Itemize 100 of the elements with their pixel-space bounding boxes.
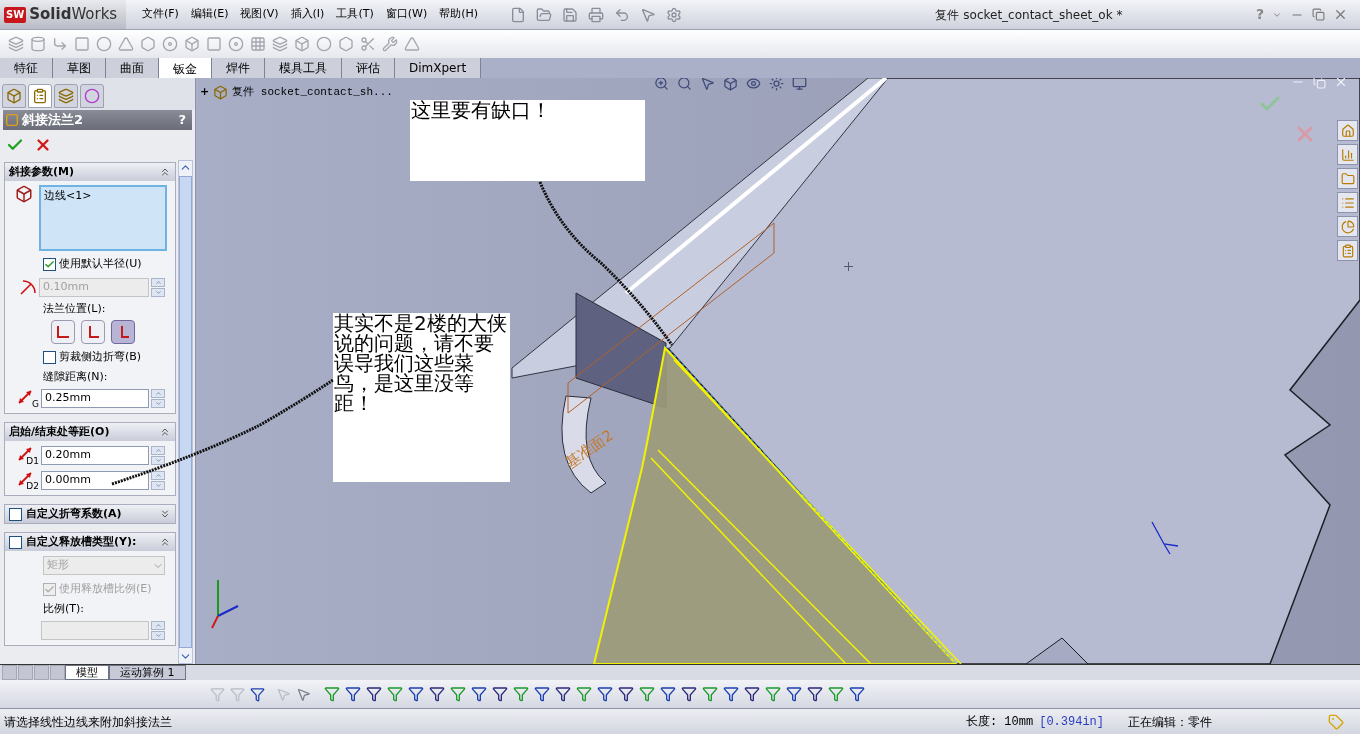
filter-icon[interactable]	[681, 686, 697, 702]
disc-icon[interactable]	[162, 36, 178, 52]
triangle-icon[interactable]	[404, 36, 420, 52]
filter-icon[interactable]	[471, 686, 487, 702]
filter-icon[interactable]	[597, 686, 613, 702]
checkbox[interactable]	[9, 535, 22, 549]
checkbox[interactable]	[43, 257, 56, 271]
sun-icon[interactable]	[769, 78, 784, 91]
cube-icon[interactable]	[294, 36, 310, 52]
command-tab[interactable]: 钣金	[159, 58, 212, 80]
filter-icon[interactable]	[366, 686, 382, 702]
menu-item[interactable]: 工具(T)	[332, 6, 378, 23]
model-tab[interactable]: 运动算例 1	[109, 665, 186, 680]
layers-icon[interactable]	[272, 36, 288, 52]
cube-icon[interactable]	[184, 36, 200, 52]
spin-buttons[interactable]	[151, 389, 165, 408]
flange-position-button[interactable]	[111, 320, 135, 344]
spin-buttons[interactable]	[151, 278, 165, 297]
disc-icon[interactable]	[228, 36, 244, 52]
number-field[interactable]: 0.00mm	[41, 471, 149, 490]
command-tab[interactable]: 曲面	[106, 58, 159, 78]
filter-icon[interactable]	[744, 686, 760, 702]
scrollbar[interactable]	[178, 160, 193, 664]
close-icon[interactable]	[1334, 78, 1348, 89]
save-icon[interactable]	[562, 6, 579, 23]
task-pane-tab[interactable]	[1337, 240, 1358, 261]
filter-icon[interactable]	[660, 686, 676, 702]
collapse-icon[interactable]	[159, 426, 171, 438]
task-pane-tab[interactable]	[1337, 120, 1358, 141]
collapse-icon[interactable]	[159, 166, 171, 178]
hexagon-icon[interactable]	[338, 36, 354, 52]
cylinder-icon[interactable]	[30, 36, 46, 52]
panel-tab[interactable]	[54, 84, 78, 108]
spin-buttons[interactable]	[151, 446, 165, 465]
hexagon-icon[interactable]	[140, 36, 156, 52]
checkbox[interactable]	[9, 507, 22, 521]
square-icon[interactable]	[74, 36, 90, 52]
command-tab[interactable]: DimXpert	[395, 58, 482, 78]
spin-buttons[interactable]	[151, 621, 165, 640]
square-icon[interactable]	[206, 36, 222, 52]
expander[interactable]: +	[200, 84, 210, 101]
task-pane-tab[interactable]	[1337, 168, 1358, 189]
panel-tab[interactable]	[2, 84, 26, 108]
menu-item[interactable]: 视图(V)	[236, 6, 283, 23]
zoom-in-icon[interactable]	[654, 78, 669, 91]
selection-item[interactable]: 边线<1>	[44, 188, 162, 203]
feature-tree-root[interactable]: 复件 socket_contact_sh...	[232, 84, 393, 101]
wrench-icon[interactable]	[382, 36, 398, 52]
collapse-icon[interactable]	[159, 536, 171, 548]
task-pane-tab[interactable]	[1337, 216, 1358, 237]
cursor-icon[interactable]	[296, 686, 311, 702]
number-field[interactable]: 0.25mm	[41, 389, 149, 408]
folder-icon[interactable]	[536, 6, 553, 23]
corner-arrow-icon[interactable]	[52, 36, 68, 52]
graphics-area[interactable]: 基准面2 + 复件 socket_contact_sh... 这里要有缺口！ 其实不是2楼的大侠说的问题，请不要误导我们这些菜鸟，是这里没等距！	[196, 78, 1360, 664]
flange-position-button[interactable]	[51, 320, 75, 344]
filter-icon[interactable]	[534, 686, 550, 702]
cancel-button[interactable]	[34, 136, 52, 154]
selection-list[interactable]: 边线<1>	[39, 185, 167, 251]
spin-buttons[interactable]	[151, 471, 165, 490]
filter-icon[interactable]	[408, 686, 424, 702]
close-icon[interactable]	[1333, 7, 1348, 22]
task-pane-tab[interactable]	[1337, 192, 1358, 213]
scissors-icon[interactable]	[360, 36, 376, 52]
filter-icon[interactable]	[807, 686, 823, 702]
expand-icon[interactable]	[159, 508, 171, 520]
menu-item[interactable]: 帮助(H)	[435, 6, 483, 23]
panel-tab[interactable]	[80, 84, 104, 108]
filter-icon[interactable]	[492, 686, 508, 702]
panel-tab[interactable]	[28, 84, 52, 108]
cursor-icon[interactable]	[640, 6, 657, 23]
help-button[interactable]: ?	[178, 110, 186, 130]
task-pane-tab[interactable]	[1337, 144, 1358, 165]
model-tab[interactable]: 模型	[65, 665, 109, 680]
undo-icon[interactable]	[614, 6, 631, 23]
command-tab[interactable]: 焊件	[212, 58, 265, 78]
grid-icon[interactable]	[250, 36, 266, 52]
circle-icon[interactable]	[316, 36, 332, 52]
flange-position-button[interactable]	[81, 320, 105, 344]
menu-item[interactable]: 文件(F)	[138, 6, 183, 23]
filter-icon[interactable]	[429, 686, 445, 702]
command-tab[interactable]: 模具工具	[265, 58, 342, 78]
filter-icon[interactable]	[723, 686, 739, 702]
filter-icon[interactable]	[849, 686, 865, 702]
eye-icon[interactable]	[746, 78, 761, 91]
filter-icon[interactable]	[786, 686, 802, 702]
checkbox[interactable]	[43, 350, 56, 364]
circle-icon[interactable]	[96, 36, 112, 52]
cursor-icon[interactable]	[276, 686, 291, 702]
new-file-icon[interactable]	[510, 6, 527, 23]
monitor-icon[interactable]	[792, 78, 807, 91]
restore-icon[interactable]	[1313, 78, 1326, 89]
triangle-icon[interactable]	[118, 36, 134, 52]
restore-icon[interactable]	[1312, 8, 1325, 21]
cube-icon[interactable]	[723, 78, 738, 91]
filter-icon[interactable]	[345, 686, 361, 702]
filter-icon[interactable]	[555, 686, 571, 702]
layers-icon[interactable]	[8, 36, 24, 52]
printer-icon[interactable]	[588, 6, 605, 23]
filter-icon[interactable]	[250, 686, 265, 702]
